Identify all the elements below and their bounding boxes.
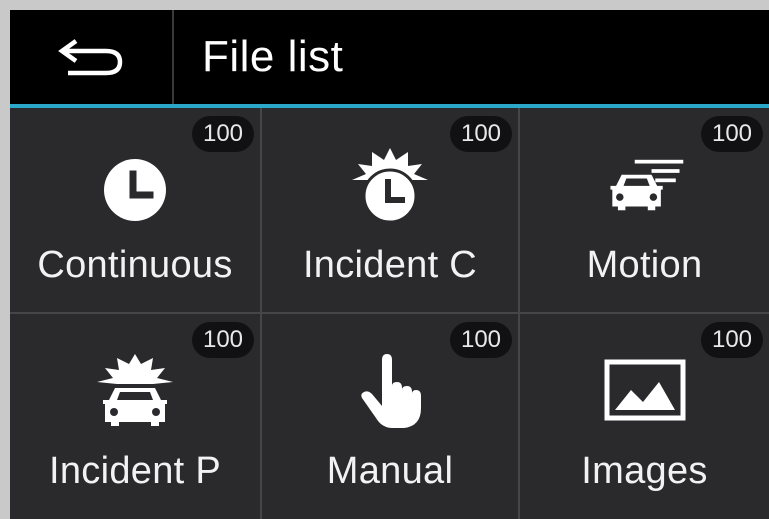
device-screen: File list 100 Continuous 100 Incident C …	[10, 10, 769, 519]
count-badge: 100	[192, 322, 254, 358]
tile-incident-c[interactable]: 100 Incident C	[262, 108, 518, 312]
clock-icon	[93, 146, 177, 224]
tile-images[interactable]: 100 Images	[520, 314, 769, 519]
page-title: File list	[202, 32, 344, 81]
count-badge: 100	[450, 116, 512, 152]
category-grid: 100 Continuous 100 Incident C 100 Motion…	[10, 108, 769, 519]
header-bar: File list	[10, 10, 769, 108]
count-badge: 100	[701, 322, 763, 358]
alarm-clock-icon	[348, 146, 432, 224]
tile-label: Continuous	[37, 244, 233, 286]
tile-label: Manual	[326, 450, 454, 492]
image-icon	[603, 352, 687, 430]
count-badge: 100	[701, 116, 763, 152]
tile-continuous[interactable]: 100 Continuous	[10, 108, 260, 312]
tile-label: Incident C	[302, 244, 478, 286]
tile-motion[interactable]: 100 Motion	[520, 108, 769, 312]
tile-label: Incident P	[49, 450, 221, 492]
count-badge: 100	[450, 322, 512, 358]
back-arrow-icon	[58, 39, 123, 76]
tile-incident-p[interactable]: 100 Incident P	[10, 314, 260, 519]
tile-label: Images	[581, 450, 708, 492]
count-badge: 100	[192, 116, 254, 152]
tile-manual[interactable]: 100 Manual	[262, 314, 518, 519]
car-impact-icon	[93, 352, 177, 430]
car-motion-icon	[603, 146, 687, 224]
grid-divider	[10, 312, 769, 314]
hand-pointer-icon	[348, 352, 432, 430]
tile-label: Motion	[586, 244, 703, 286]
back-button[interactable]	[10, 10, 174, 104]
